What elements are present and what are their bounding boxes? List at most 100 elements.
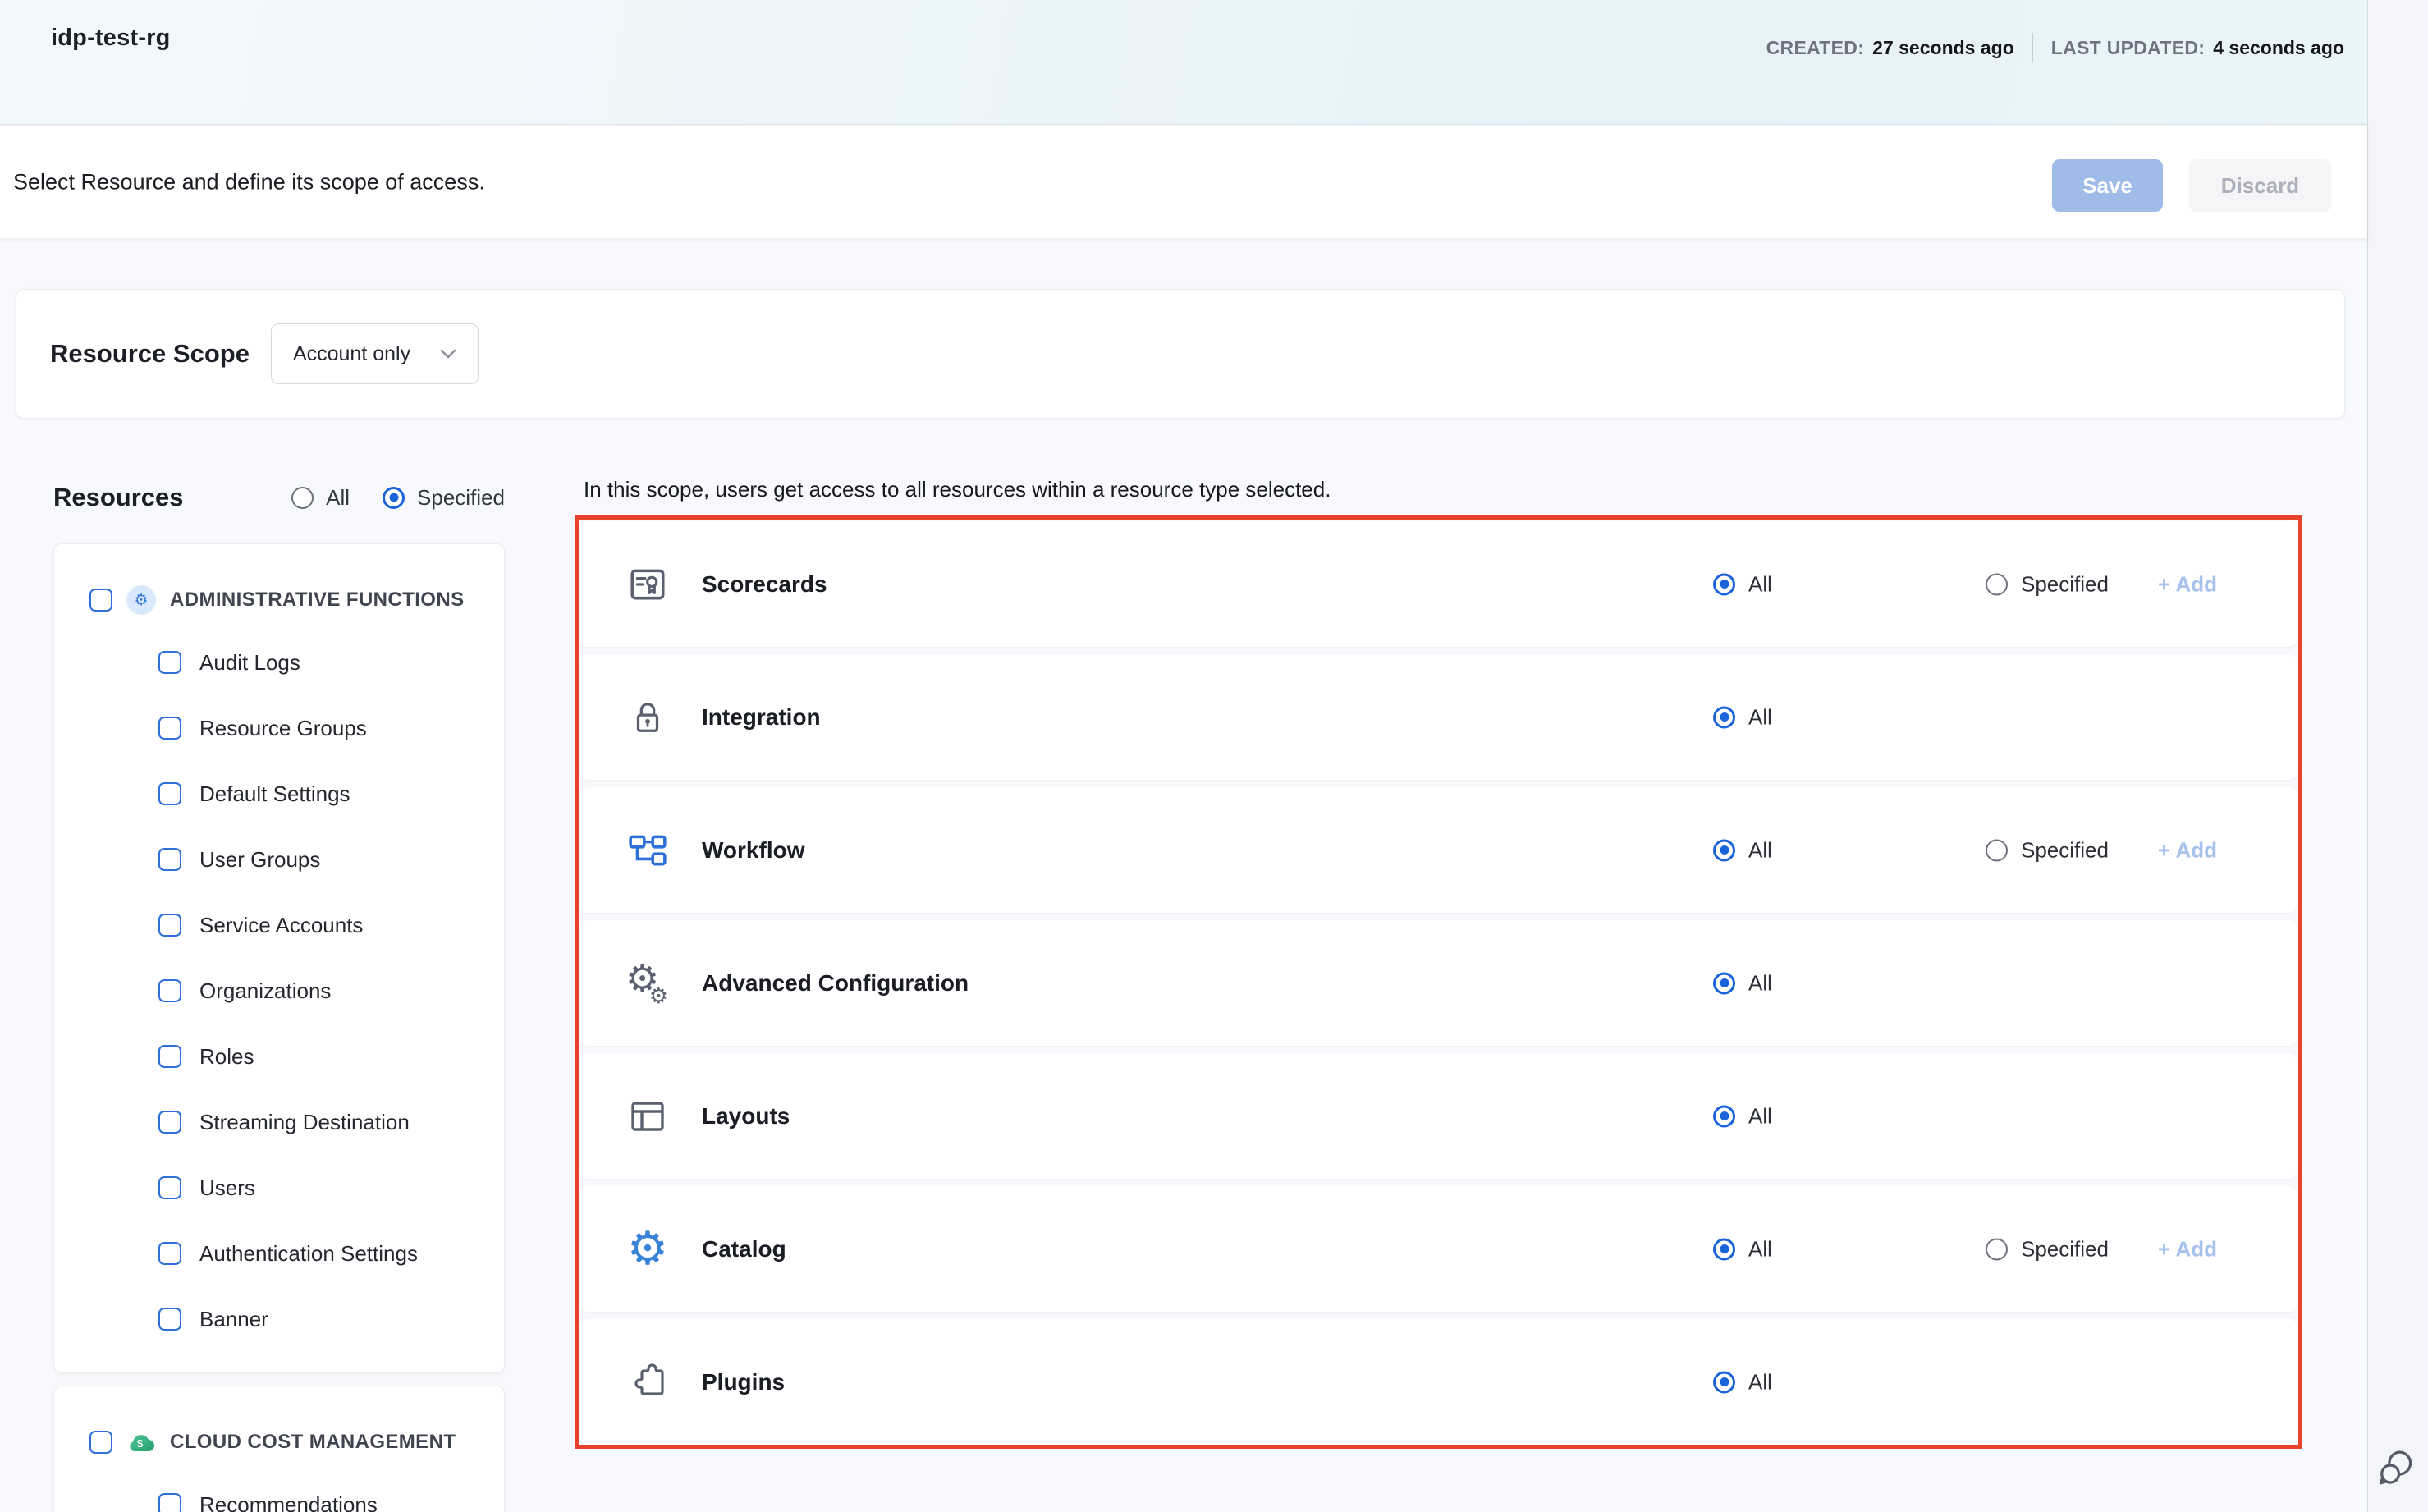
row-plugins: Plugins All <box>580 1319 2297 1445</box>
radio-selected-icon[interactable] <box>1713 972 1735 994</box>
support-chat-icon[interactable] <box>2375 1441 2423 1492</box>
group-label-admin: ADMINISTRATIVE FUNCTIONS <box>170 589 464 612</box>
row-specified-option[interactable]: Specified <box>1986 1236 2109 1262</box>
banner-checkbox[interactable] <box>158 1308 181 1331</box>
chevron-down-icon <box>440 349 456 359</box>
add-button[interactable]: + Add <box>2158 571 2217 597</box>
row-specified-option[interactable]: Specified <box>1986 837 2109 863</box>
radio-unselected-icon[interactable] <box>1986 1238 2008 1260</box>
resources-specified-option[interactable]: Specified <box>383 485 505 511</box>
list-item-authentication-settings: Authentication Settings <box>54 1221 504 1286</box>
save-button[interactable]: Save <box>2052 159 2163 212</box>
discard-button[interactable]: Discard <box>2189 159 2331 212</box>
ccm-checkbox[interactable] <box>89 1431 112 1454</box>
resources-group-card-ccm: $ CLOUD COST MANAGEMENT Recommendations <box>53 1386 505 1512</box>
row-all-option[interactable]: All <box>1713 837 1772 863</box>
row-scorecards: Scorecards All Specified + Add <box>580 521 2297 647</box>
row-all-option[interactable]: All <box>1713 1236 1772 1262</box>
recommendations-checkbox[interactable] <box>158 1493 181 1512</box>
created-value: 27 seconds ago <box>1872 37 2014 59</box>
resource-scope-card: Resource Scope Account only <box>16 289 2345 419</box>
item-label: Service Accounts <box>199 913 363 938</box>
row-all-option[interactable]: All <box>1713 704 1772 730</box>
roles-checkbox[interactable] <box>158 1045 181 1068</box>
row-label: Integration <box>702 704 821 731</box>
radio-selected-icon[interactable] <box>1713 1238 1735 1260</box>
item-label: Default Settings <box>199 781 350 807</box>
add-button[interactable]: + Add <box>2158 1236 2217 1262</box>
streaming-destination-checkbox[interactable] <box>158 1111 181 1134</box>
user-groups-checkbox[interactable] <box>158 848 181 871</box>
users-checkbox[interactable] <box>158 1176 181 1199</box>
page-title: idp-test-rg <box>51 25 171 52</box>
radio-unselected-icon[interactable] <box>1986 839 2008 861</box>
header-meta: CREATED: 27 seconds ago LAST UPDATED: 4 … <box>1766 33 2344 62</box>
item-label: Authentication Settings <box>199 1241 418 1267</box>
row-specified-option[interactable]: Specified <box>1986 571 2109 597</box>
row-all-option[interactable]: All <box>1713 1103 1772 1129</box>
group-row-ccm: $ CLOUD COST MANAGEMENT <box>54 1419 504 1465</box>
radio-unselected-icon[interactable] <box>1986 573 2008 595</box>
list-item-default-settings: Default Settings <box>54 761 504 827</box>
radio-unselected-icon[interactable] <box>291 487 314 509</box>
cloud-dollar-icon: $ <box>126 1427 156 1457</box>
puzzle-icon <box>625 1360 670 1404</box>
toolbar-description: Select Resource and define its scope of … <box>13 169 485 195</box>
radio-selected-icon[interactable] <box>383 487 405 509</box>
list-item-recommendations: Recommendations <box>54 1472 504 1512</box>
row-all-option[interactable]: All <box>1713 571 1772 597</box>
gear-glyph: ⚙ <box>627 1226 668 1272</box>
created-label: CREATED: <box>1766 37 1865 59</box>
all-label: All <box>1748 571 1772 597</box>
authentication-settings-checkbox[interactable] <box>158 1242 181 1265</box>
row-workflow: Workflow All Specified + Add <box>580 787 2297 913</box>
item-label: Streaming Destination <box>199 1110 410 1135</box>
row-layouts: Layouts All <box>580 1053 2297 1179</box>
lock-icon <box>625 695 670 740</box>
row-label: Catalog <box>702 1236 786 1262</box>
radio-selected-icon[interactable] <box>1713 1105 1735 1127</box>
page: idp-test-rg CREATED: 27 seconds ago LAST… <box>0 0 2428 1512</box>
group-label-ccm: CLOUD COST MANAGEMENT <box>170 1431 456 1454</box>
gear-badge-icon: ⚙ <box>126 585 156 615</box>
specified-label: Specified <box>2021 1236 2109 1262</box>
resources-all-option[interactable]: All <box>291 485 350 511</box>
resources-mode-radios: All Specified <box>291 485 505 511</box>
organizations-checkbox[interactable] <box>158 979 181 1002</box>
item-label: Organizations <box>199 978 331 1004</box>
radio-selected-icon[interactable] <box>1713 839 1735 861</box>
resources-title: Resources <box>53 483 184 512</box>
resource-rows-highlight: Scorecards All Specified + Add Integrati… <box>575 515 2302 1449</box>
last-updated-value: 4 seconds ago <box>2213 37 2344 59</box>
service-accounts-checkbox[interactable] <box>158 914 181 937</box>
default-settings-checkbox[interactable] <box>158 782 181 805</box>
all-label: All <box>1748 1369 1772 1395</box>
admin-functions-checkbox[interactable] <box>89 589 112 612</box>
row-label: Layouts <box>702 1103 790 1129</box>
resources-group-card-admin: ⚙ ADMINISTRATIVE FUNCTIONS Audit Logs Re… <box>53 543 505 1373</box>
resource-scope-value: Account only <box>293 342 410 366</box>
gears-icon: ⚙⚙ <box>625 961 670 1006</box>
row-label: Advanced Configuration <box>702 970 969 997</box>
radio-selected-icon[interactable] <box>1713 1371 1735 1393</box>
resource-scope-select[interactable]: Account only <box>271 323 479 384</box>
list-item-roles: Roles <box>54 1024 504 1089</box>
radio-selected-icon[interactable] <box>1713 573 1735 595</box>
action-toolbar: Select Resource and define its scope of … <box>0 126 2367 238</box>
list-item-organizations: Organizations <box>54 958 504 1024</box>
gear-icon: ⚙ <box>625 1227 670 1271</box>
gear-glyph-small: ⚙ <box>649 986 668 1007</box>
scope-description: In this scope, users get access to all r… <box>584 477 1331 502</box>
group-row-admin: ⚙ ADMINISTRATIVE FUNCTIONS <box>54 577 504 623</box>
radio-selected-icon[interactable] <box>1713 706 1735 728</box>
admin-items-list: Audit Logs Resource Groups Default Setti… <box>54 630 504 1352</box>
ccm-items-list: Recommendations <box>54 1472 504 1512</box>
list-item-streaming-destination: Streaming Destination <box>54 1089 504 1155</box>
resource-scope-label: Resource Scope <box>50 339 250 369</box>
row-all-option[interactable]: All <box>1713 1369 1772 1395</box>
resource-groups-checkbox[interactable] <box>158 717 181 740</box>
add-button[interactable]: + Add <box>2158 837 2217 863</box>
list-item-banner: Banner <box>54 1286 504 1352</box>
audit-logs-checkbox[interactable] <box>158 651 181 674</box>
row-all-option[interactable]: All <box>1713 970 1772 996</box>
